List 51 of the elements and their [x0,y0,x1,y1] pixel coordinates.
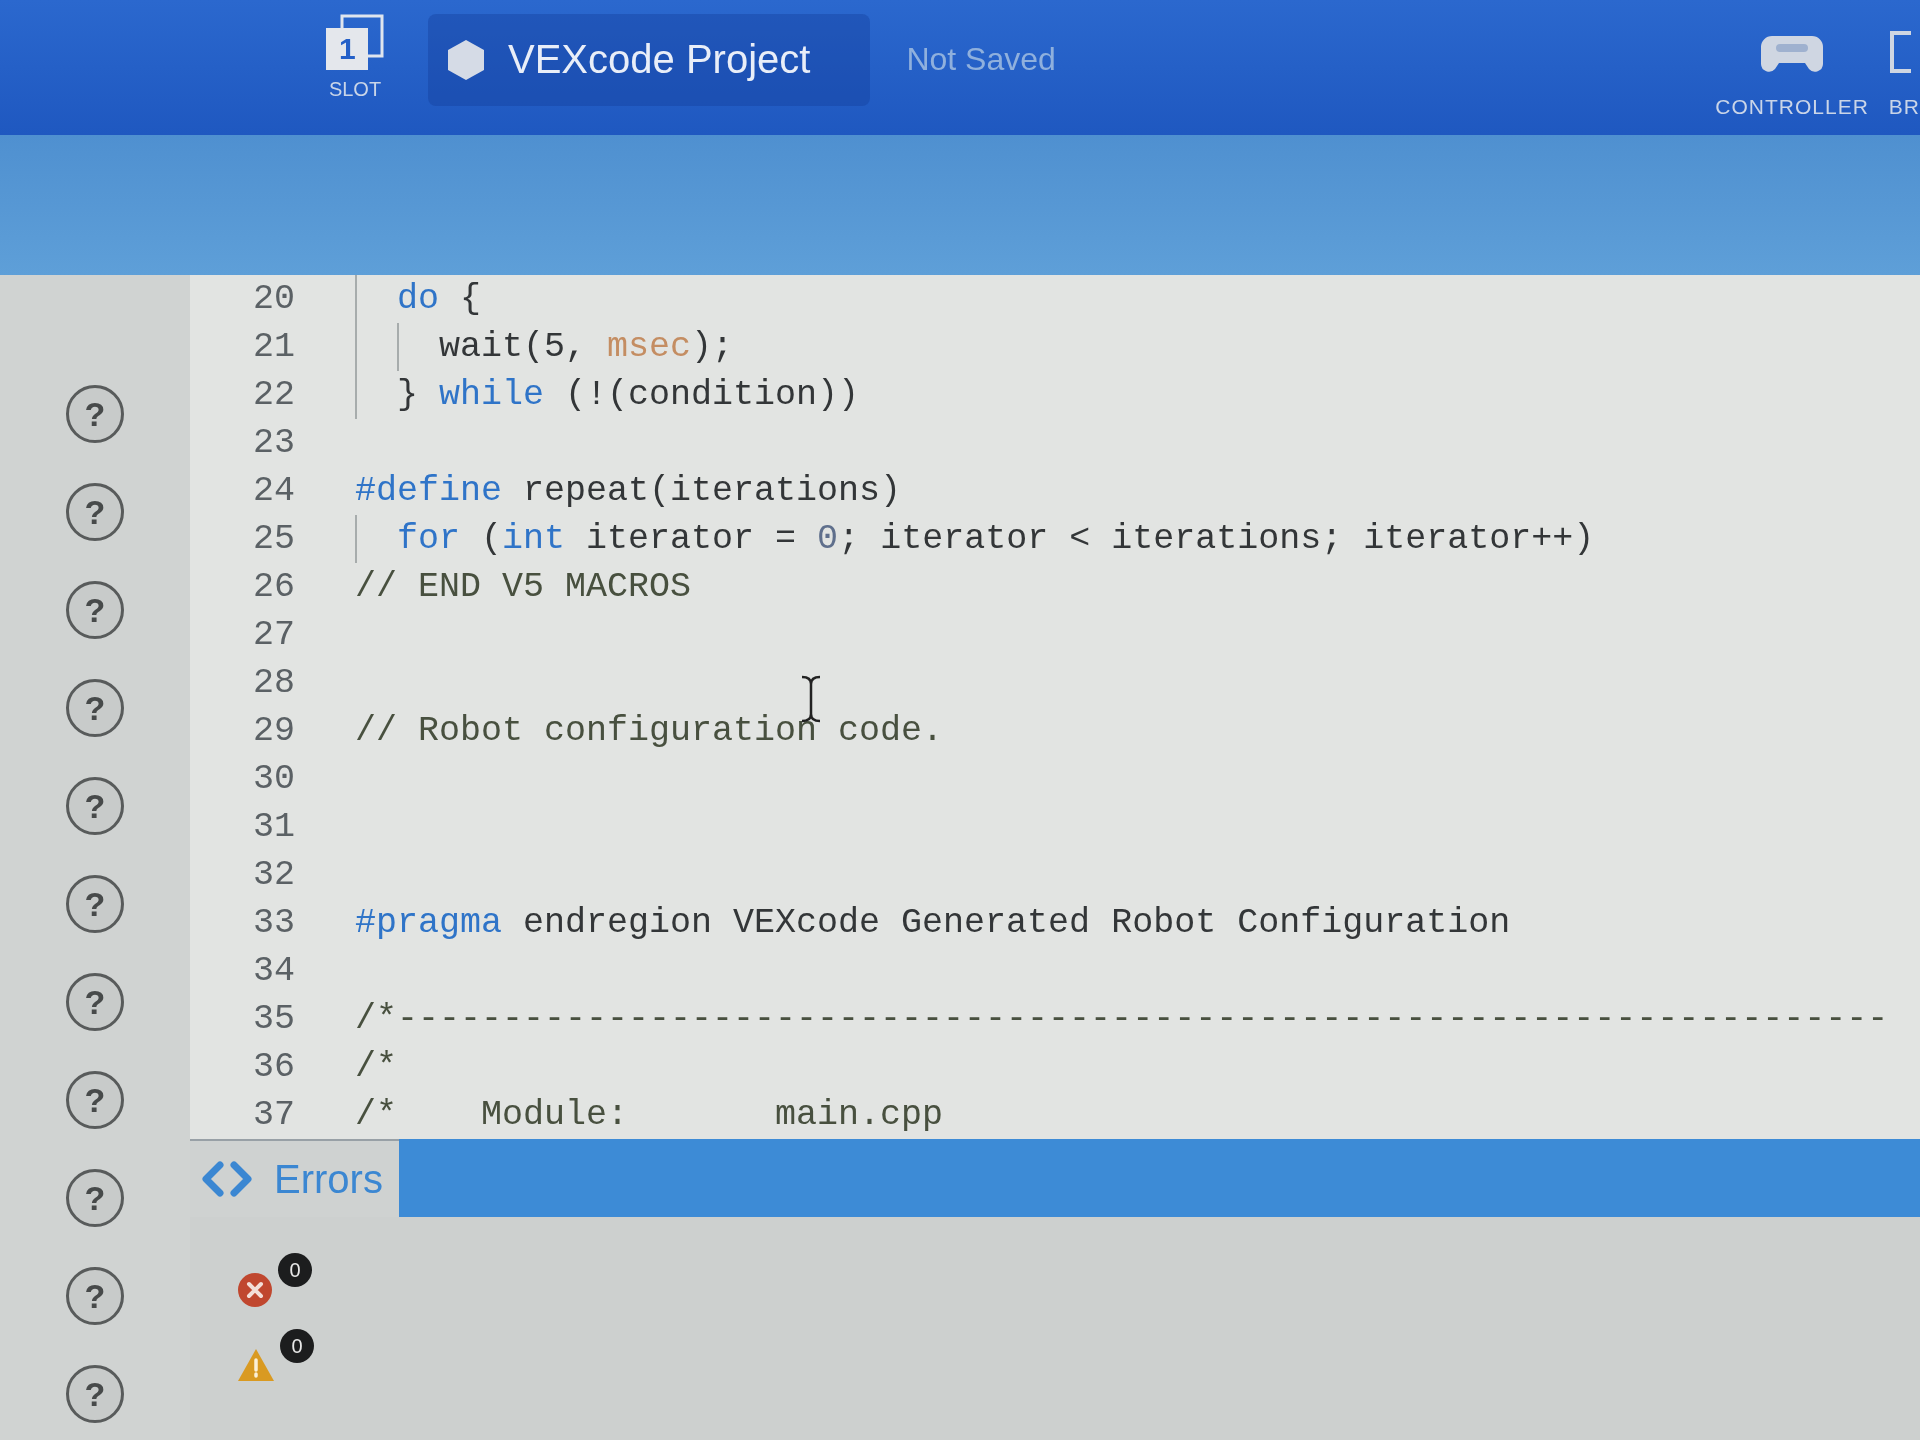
code-line: // END V5 MACROS [355,566,692,609]
help-button[interactable]: ? [66,581,124,639]
line-number: 30 [253,758,295,801]
help-button[interactable]: ? [66,777,124,835]
warning-count-badge: 0 [280,1329,314,1363]
line-number: 21 [253,326,295,369]
help-button[interactable]: ? [66,385,124,443]
code-line: #pragma endregion VEXcode Generated Robot Configuration [355,902,1511,945]
device-button[interactable]: CONTROLLER [1713,0,1871,135]
line-number: 26 [253,566,295,609]
warning-icon [238,1349,274,1381]
line-number: 36 [253,1046,295,1089]
help-button[interactable]: ? [66,1169,124,1227]
save-status: Not Saved [906,41,1056,78]
line-number: 28 [253,662,295,705]
line-number: 32 [253,854,295,897]
line-number: 27 [253,614,295,657]
line-number: 34 [253,950,295,993]
slot-number: 1 [339,34,356,64]
help-button[interactable]: ? [66,1071,124,1129]
help-button[interactable]: ? [66,679,124,737]
code-line: /*----------------------------------------------------------------------- [355,998,1889,1041]
project-name-button[interactable]: VEXcode Project [428,13,871,106]
help-button[interactable]: ? [66,875,124,933]
line-number: 33 [253,902,295,945]
device-button[interactable]: BR [1886,0,1920,135]
line-number: 35 [253,998,295,1041]
code-line: /* Module: main.cpp [355,1094,944,1137]
line-number: 29 [253,710,295,753]
help-button[interactable]: ? [66,973,124,1031]
line-number: 23 [253,422,295,465]
help-button[interactable]: ? [66,1267,124,1325]
error-count-badge: 0 [278,1253,312,1287]
code-line: #define repeat(iterations) [355,470,902,513]
gamepad-icon [1760,35,1825,73]
help-button[interactable]: ? [66,483,124,541]
code-icon [202,1161,252,1197]
code-line: // Robot configuration code. [355,710,944,753]
line-number: 37 [253,1094,295,1137]
line-number: 20 [253,278,295,321]
code-line: /* [355,1046,397,1089]
help-button[interactable]: ? [66,1365,124,1423]
line-number: 25 [253,518,295,561]
line-number: 24 [253,470,295,513]
line-number: 22 [253,374,295,417]
line-number: 31 [253,806,295,849]
bracket-icon [1888,31,1911,73]
slot-icon [326,14,384,70]
slot-button[interactable]: 1 SLOT [322,0,388,101]
hexagon-icon [448,39,484,80]
error-icon [238,1273,272,1307]
